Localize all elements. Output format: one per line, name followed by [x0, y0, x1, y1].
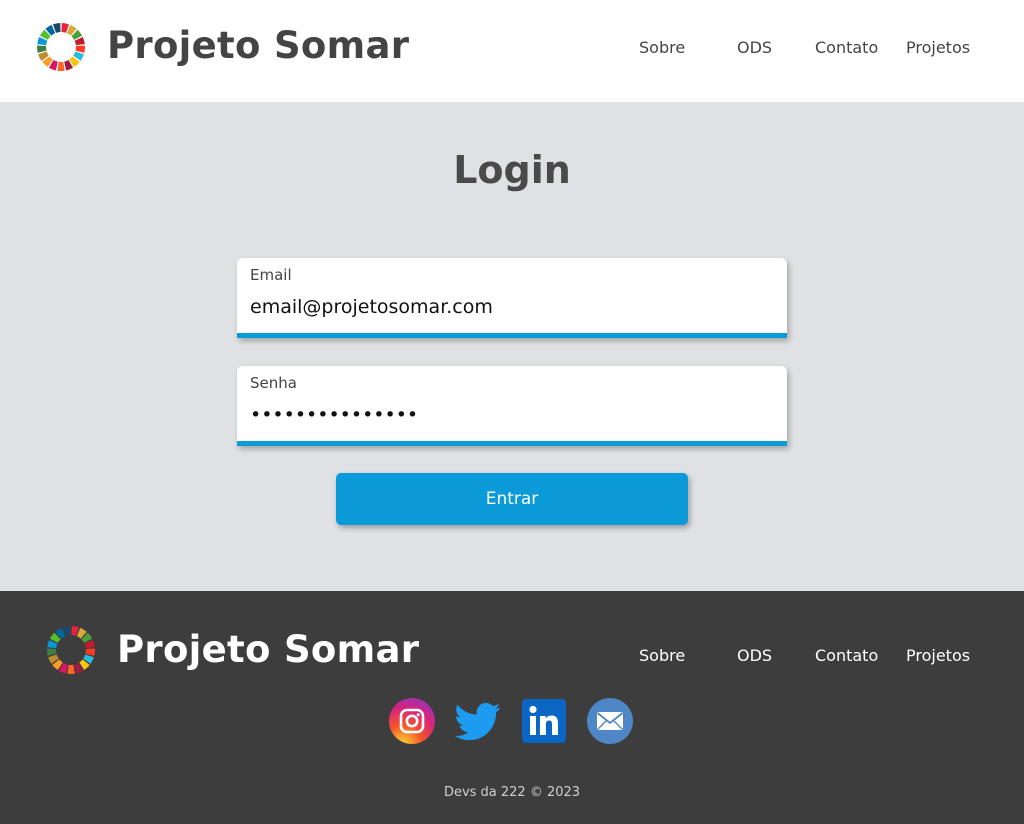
wheel-segment [37, 45, 47, 53]
email-label: Email [250, 266, 292, 284]
footer-link-sobre[interactable]: Sobre [639, 646, 685, 665]
site-footer: Projeto Somar Sobre ODS Contato Projetos [0, 591, 1024, 824]
wheel-segment [85, 648, 95, 656]
login-section: Login Email Senha Entrar [0, 102, 1024, 591]
linkedin-icon[interactable] [521, 698, 567, 744]
site-brand[interactable]: Projeto Somar [107, 24, 409, 67]
nav-link-sobre[interactable]: Sobre [639, 38, 685, 57]
sdg-wheel-logo[interactable] [36, 22, 86, 72]
footer-brand[interactable]: Projeto Somar [117, 628, 419, 671]
nav-link-contato[interactable]: Contato [815, 38, 878, 57]
password-field: Senha [237, 366, 787, 446]
login-button[interactable]: Entrar [336, 473, 688, 525]
footer-link-ods[interactable]: ODS [737, 646, 772, 665]
nav-link-ods[interactable]: ODS [737, 38, 772, 57]
wheel-segment [75, 45, 85, 53]
password-label: Senha [250, 374, 297, 392]
site-header: Projeto Somar Sobre ODS Contato Projetos [0, 0, 1024, 102]
wheel-segment [67, 664, 75, 674]
wheel-segment [57, 61, 65, 71]
email-input[interactable] [250, 296, 770, 318]
footer-link-projetos[interactable]: Projetos [906, 646, 970, 665]
email-icon[interactable] [587, 698, 633, 744]
footer-link-contato[interactable]: Contato [815, 646, 878, 665]
copyright-text: Devs da 222 © 2023 [443, 785, 581, 800]
wheel-segment [47, 648, 57, 656]
instagram-icon[interactable] [389, 698, 435, 744]
twitter-icon[interactable] [455, 698, 501, 744]
page-title: Login [453, 148, 571, 192]
nav-link-projetos[interactable]: Projetos [906, 38, 970, 57]
email-field: Email [237, 258, 787, 338]
password-input[interactable] [250, 404, 770, 426]
sdg-wheel-logo[interactable] [46, 625, 96, 675]
